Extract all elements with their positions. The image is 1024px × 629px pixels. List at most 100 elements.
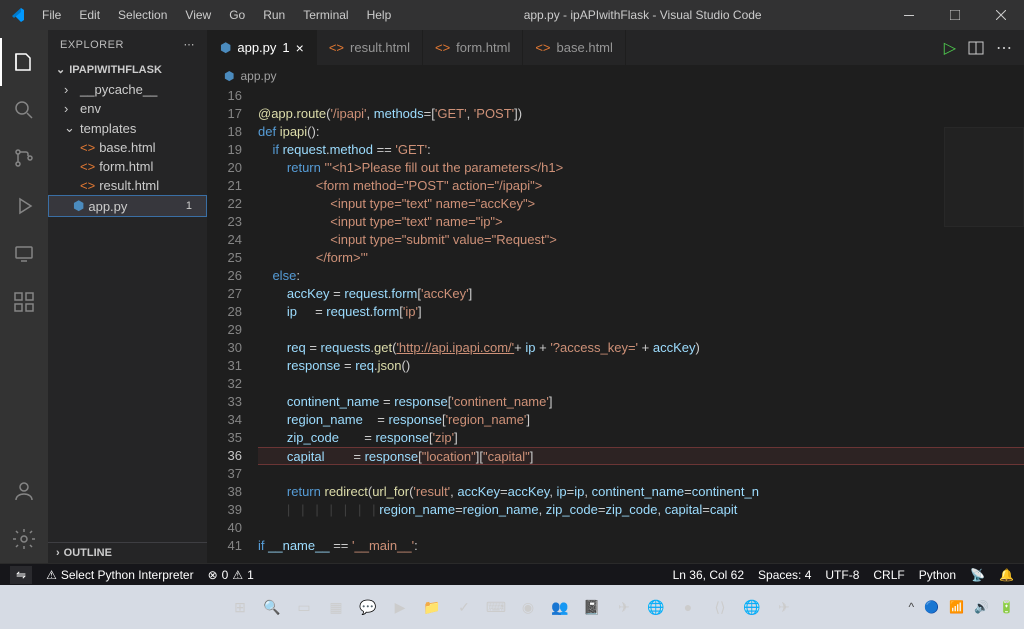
feedback-icon[interactable]: 📡 [970,568,985,582]
project-header[interactable]: ⌄ IPAPIWITHFLASK [48,59,207,80]
menu-selection[interactable]: Selection [110,4,175,26]
code-line-23[interactable]: <input type="text" name="ip"> [258,213,1024,231]
activity-scm[interactable] [0,134,48,182]
interpreter-warning[interactable]: ⚠ Select Python Interpreter [46,568,194,582]
tray-icon-1[interactable]: 🔵 [924,600,939,614]
code-line-30[interactable]: req = requests.get('http://api.ipapi.com… [258,339,1024,357]
code-line-33[interactable]: continent_name = response['continent_nam… [258,393,1024,411]
encoding[interactable]: UTF-8 [825,568,859,582]
taskbar-app-6[interactable]: 📁 [418,593,446,621]
taskbar-app-3[interactable]: ▦ [322,593,350,621]
activity-search[interactable] [0,86,48,134]
menu-edit[interactable]: Edit [71,4,108,26]
code-line-38[interactable]: return redirect(url_for('result', accKey… [258,483,1024,501]
menu-run[interactable]: Run [255,4,293,26]
minimap[interactable] [944,127,1024,227]
code-line-28[interactable]: ip = request.form['ip'] [258,303,1024,321]
taskbar-app-17[interactable]: ✈ [770,593,798,621]
taskbar-app-9[interactable]: ◉ [514,593,542,621]
menu-help[interactable]: Help [359,4,400,26]
code-line-21[interactable]: <form method="POST" action="/ipapi"> [258,177,1024,195]
tab-form-html[interactable]: <>form.html [423,30,523,65]
taskbar-app-8[interactable]: ⌨ [482,593,510,621]
run-icon[interactable]: ▷ [944,38,956,58]
tree-item-base-html[interactable]: <>base.html [48,138,207,157]
taskbar-app-10[interactable]: 👥 [546,593,574,621]
problems-errors[interactable]: ⊗ 0 ⚠ 1 [208,568,254,582]
code-line-39[interactable]: | | | | | | | region_name=region_name, z… [258,501,1024,519]
code-line-37[interactable] [258,465,1024,483]
tray-icon-4[interactable]: 🔋 [999,600,1014,614]
code-line-40[interactable] [258,519,1024,537]
tab-app-py[interactable]: ⬢app.py1× [208,30,317,65]
taskbar-app-4[interactable]: 💬 [354,593,382,621]
code-line-34[interactable]: region_name = response['region_name'] [258,411,1024,429]
code-line-36[interactable]: capital = response["location"]["capital"… [258,447,1024,465]
code-line-26[interactable]: else: [258,267,1024,285]
code-line-35[interactable]: zip_code = response['zip'] [258,429,1024,447]
code-line-32[interactable] [258,375,1024,393]
code-line-16[interactable] [258,87,1024,105]
tree-item-result-html[interactable]: <>result.html [48,176,207,195]
code-line-20[interactable]: return '''<h1>Please fill out the parame… [258,159,1024,177]
code-line-25[interactable]: </form>''' [258,249,1024,267]
taskbar-app-16[interactable]: 🌐 [738,593,766,621]
activity-debug[interactable] [0,182,48,230]
tree-item-app-py[interactable]: ⬢app.py1 [48,195,207,217]
taskbar-app-5[interactable]: ▶ [386,593,414,621]
taskbar-app-0[interactable]: ⊞ [226,593,254,621]
taskbar-app-2[interactable]: ▭ [290,593,318,621]
notifications-icon[interactable]: 🔔 [999,568,1014,582]
code-line-22[interactable]: <input type="text" name="accKey"> [258,195,1024,213]
tree-item-templates[interactable]: ⌄templates [48,118,207,138]
breadcrumb[interactable]: ⬢ app.py [208,65,1024,87]
system-tray[interactable]: ^ 🔵 📶 🔊 🔋 [909,600,1014,614]
menu-terminal[interactable]: Terminal [295,4,356,26]
tree-item-form-html[interactable]: <>form.html [48,157,207,176]
maximize-button[interactable] [932,0,978,30]
code-line-24[interactable]: <input type="submit" value="Request"> [258,231,1024,249]
remote-indicator[interactable]: ⇋ [10,566,32,584]
tab-base-html[interactable]: <>base.html [523,30,626,65]
code-line-31[interactable]: response = req.json() [258,357,1024,375]
tree-item-env[interactable]: ›env [48,99,207,118]
tray-icon-2[interactable]: 📶 [949,600,964,614]
taskbar-app-14[interactable]: ● [674,593,702,621]
tray-icon-0[interactable]: ^ [909,600,915,614]
menu-file[interactable]: File [34,4,69,26]
close-icon[interactable]: × [296,40,304,56]
code-editor[interactable]: 1617181920212223242526272829303132333435… [208,87,1024,563]
activity-remote[interactable] [0,230,48,278]
tab-result-html[interactable]: <>result.html [317,30,423,65]
more-icon[interactable]: ⋯ [184,38,196,51]
tree-item-__pycache__[interactable]: ›__pycache__ [48,80,207,99]
indentation[interactable]: Spaces: 4 [758,568,811,582]
activity-explorer[interactable] [0,38,48,86]
close-button[interactable] [978,0,1024,30]
outline-section[interactable]: › OUTLINE [48,543,207,563]
cursor-position[interactable]: Ln 36, Col 62 [673,568,744,582]
code-line-18[interactable]: def ipapi(): [258,123,1024,141]
tray-icon-3[interactable]: 🔊 [974,600,989,614]
taskbar-app-13[interactable]: 🌐 [642,593,670,621]
split-editor-icon[interactable] [968,40,984,56]
menu-go[interactable]: Go [221,4,253,26]
taskbar-app-11[interactable]: 📓 [578,593,606,621]
taskbar-app-15[interactable]: ⟨⟩ [706,593,734,621]
taskbar-app-1[interactable]: 🔍 [258,593,286,621]
more-actions-icon[interactable]: ⋯ [996,38,1012,58]
activity-settings[interactable] [0,515,48,563]
code-line-27[interactable]: accKey = request.form['accKey'] [258,285,1024,303]
eol[interactable]: CRLF [873,568,904,582]
taskbar-app-7[interactable]: ✓ [450,593,478,621]
code-line-41[interactable]: if __name__ == '__main__': [258,537,1024,555]
activity-account[interactable] [0,467,48,515]
minimize-button[interactable] [886,0,932,30]
code-line-29[interactable] [258,321,1024,339]
code-line-19[interactable]: if request.method == 'GET': [258,141,1024,159]
code-content[interactable]: @app.route('/ipapi', methods=['GET', 'PO… [258,87,1024,563]
language-mode[interactable]: Python [919,568,956,582]
code-line-17[interactable]: @app.route('/ipapi', methods=['GET', 'PO… [258,105,1024,123]
menu-view[interactable]: View [177,4,219,26]
taskbar-app-12[interactable]: ✈ [610,593,638,621]
